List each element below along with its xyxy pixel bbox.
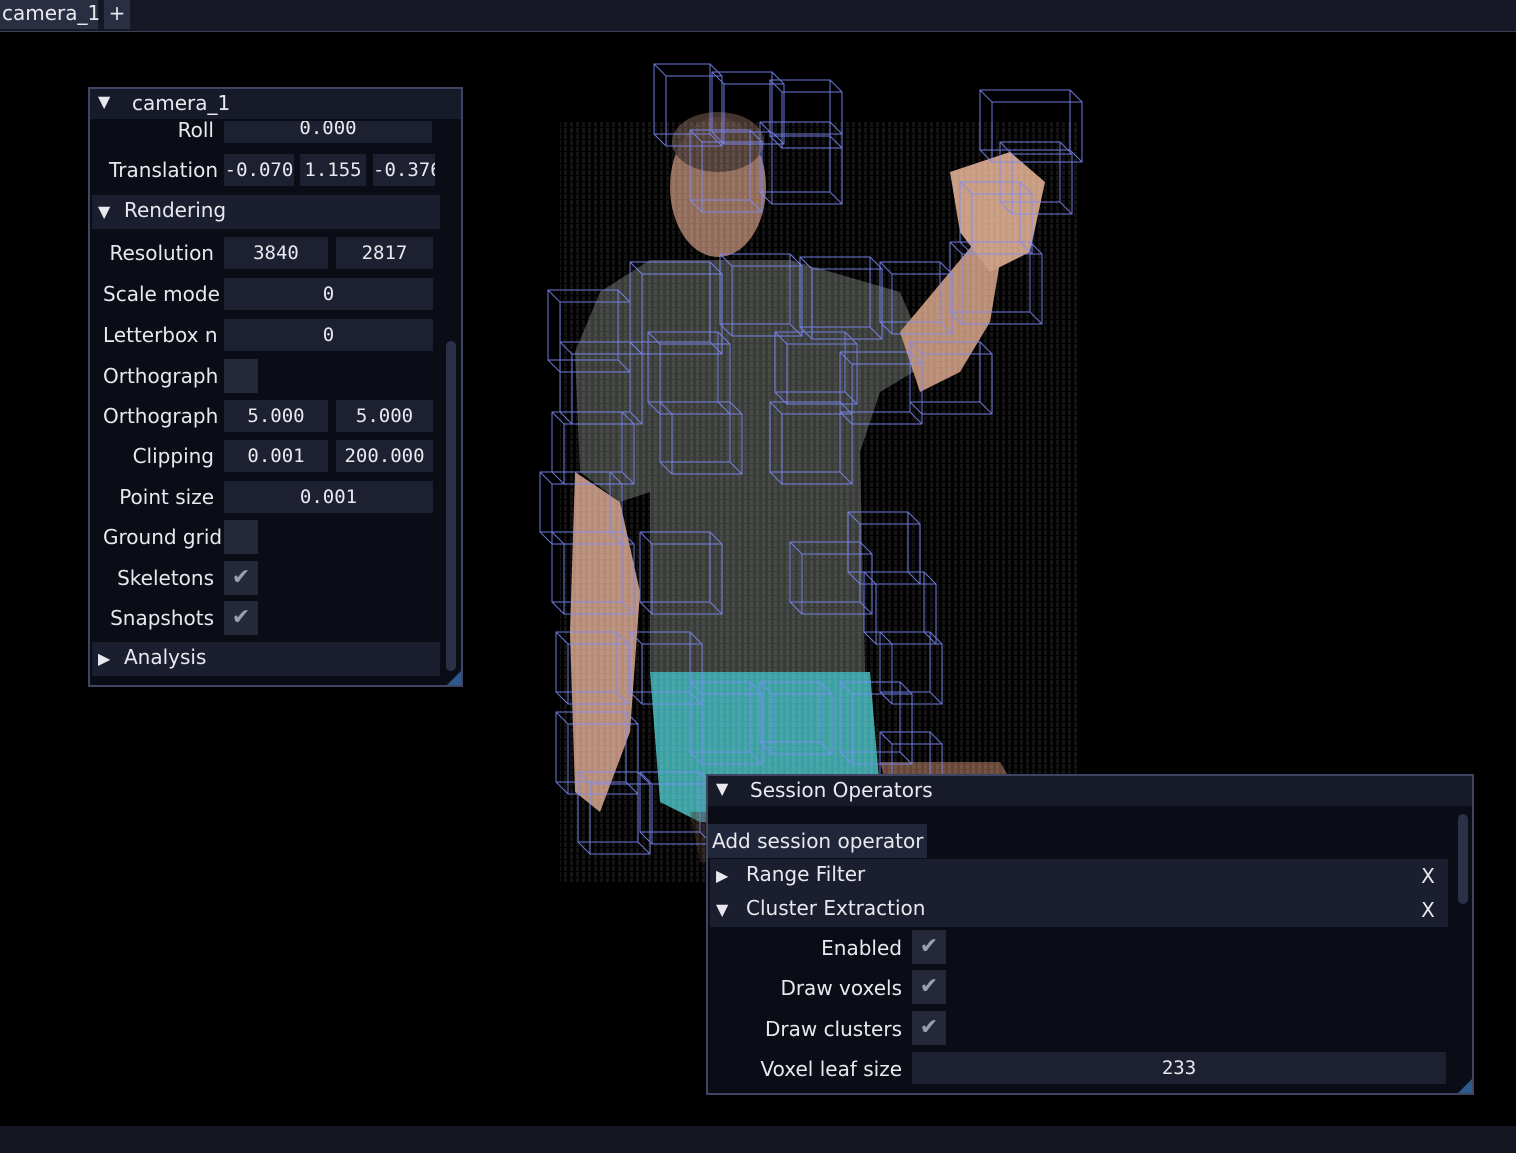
letterbox-field[interactable]: 0 xyxy=(224,319,433,351)
rendering-section-header[interactable]: ▼ Rendering xyxy=(92,195,440,229)
tab-camera-1[interactable]: camera_1 xyxy=(0,0,100,29)
translation-y-field[interactable]: 1.155 xyxy=(300,154,366,186)
rendering-header-label: Rendering xyxy=(124,198,227,222)
ground-grid-label: Ground grid xyxy=(103,525,223,549)
camera-panel-scroll-thumb[interactable] xyxy=(446,341,456,671)
letterbox-label: Letterbox n xyxy=(103,323,218,347)
clipping-far-field[interactable]: 200.000 xyxy=(336,440,433,472)
draw-voxels-checkbox[interactable]: ✔ xyxy=(912,970,946,1004)
resolution-height-field[interactable]: 2817 xyxy=(336,237,433,269)
analysis-header-label: Analysis xyxy=(124,645,207,669)
camera-panel-title: camera_1 xyxy=(132,91,231,115)
resize-grip-icon[interactable] xyxy=(1458,1079,1472,1093)
operator-name: Range Filter xyxy=(746,862,866,886)
roll-field[interactable]: 0.000 xyxy=(224,121,432,143)
voxel-edge xyxy=(547,359,561,373)
collapsed-icon: ▶ xyxy=(716,866,729,885)
camera-panel-title-bar[interactable]: ▼ camera_1 xyxy=(90,89,461,119)
clipping-label: Clipping xyxy=(132,444,214,468)
snapshots-checkbox[interactable]: ✔ xyxy=(224,601,258,635)
voxel-edge xyxy=(539,471,553,485)
collapse-icon[interactable]: ▼ xyxy=(716,779,728,798)
enabled-checkbox[interactable]: ✔ xyxy=(912,930,946,964)
clipping-near-field[interactable]: 0.001 xyxy=(224,440,328,472)
add-session-operator-button[interactable]: Add session operator xyxy=(708,824,928,858)
scale-mode-field[interactable]: 0 xyxy=(224,278,433,310)
point-size-label: Point size xyxy=(119,485,214,509)
session-panel-title: Session Operators xyxy=(750,778,933,802)
voxel-edge xyxy=(771,71,785,85)
point-size-field[interactable]: 0.001 xyxy=(224,481,433,513)
orthographic-size-label: Orthograph xyxy=(103,404,219,428)
draw-clusters-checkbox[interactable]: ✔ xyxy=(912,1011,946,1045)
check-icon: ✔ xyxy=(919,974,939,999)
collapse-icon[interactable]: ▼ xyxy=(98,92,110,111)
session-panel-scrollbar[interactable] xyxy=(1456,812,1470,1082)
voxel-edge xyxy=(829,79,843,93)
ground-grid-checkbox[interactable] xyxy=(224,520,258,554)
resolution-width-field[interactable]: 3840 xyxy=(224,237,328,269)
analysis-section-header[interactable]: ▶ Analysis xyxy=(92,642,440,676)
translation-label: Translation xyxy=(109,158,218,182)
operator-cluster-extraction[interactable]: ▼ Cluster Extraction xyxy=(710,893,1448,927)
roll-label: Roll xyxy=(177,118,214,142)
camera-panel[interactable]: ▼ camera_1 Roll 0.000 Translation -0.070… xyxy=(88,87,463,687)
orthographic-checkbox[interactable] xyxy=(224,359,258,393)
skeletons-checkbox[interactable]: ✔ xyxy=(224,561,258,595)
ortho-size-x-field[interactable]: 5.000 xyxy=(224,400,328,432)
ortho-size-y-field[interactable]: 5.000 xyxy=(336,400,433,432)
expanded-icon: ▼ xyxy=(98,202,111,221)
enabled-label: Enabled xyxy=(821,936,902,960)
draw-clusters-label: Draw clusters xyxy=(764,1017,902,1041)
tab-bar: camera_1 + xyxy=(0,0,1516,32)
status-bar xyxy=(0,1126,1516,1153)
remove-range-filter-button[interactable]: X xyxy=(1411,859,1445,893)
translation-z-field[interactable]: -0.376 xyxy=(373,154,435,186)
skeletons-label: Skeletons xyxy=(117,566,214,590)
operator-range-filter[interactable]: ▶ Range Filter xyxy=(710,859,1448,893)
camera-panel-scrollbar[interactable] xyxy=(444,121,458,681)
voxel-edge xyxy=(1069,89,1083,103)
scale-mode-label: Scale mode xyxy=(103,282,220,306)
draw-voxels-label: Draw voxels xyxy=(780,976,902,1000)
check-icon: ✔ xyxy=(919,1015,939,1040)
check-icon: ✔ xyxy=(919,934,939,959)
resolution-label: Resolution xyxy=(109,241,214,265)
resize-grip-icon[interactable] xyxy=(447,671,461,685)
voxel-leaf-size-label: Voxel leaf size xyxy=(760,1057,902,1081)
voxel-leaf-size-slider[interactable]: 233 xyxy=(912,1052,1446,1084)
orthographic-label: Orthograph xyxy=(103,364,219,388)
session-operators-panel[interactable]: ▼ Session Operators Add session operator… xyxy=(706,774,1474,1095)
session-panel-title-bar[interactable]: ▼ Session Operators xyxy=(708,776,1472,806)
session-panel-scroll-thumb[interactable] xyxy=(1458,814,1468,904)
check-icon: ✔ xyxy=(231,565,251,590)
add-tab-button[interactable]: + xyxy=(104,0,130,29)
snapshots-label: Snapshots xyxy=(110,606,214,630)
collapsed-icon: ▶ xyxy=(98,649,111,668)
voxel-edge xyxy=(547,289,561,303)
voxel-edge xyxy=(653,63,667,77)
voxel-edge xyxy=(979,89,993,103)
voxel-edge xyxy=(539,531,553,545)
translation-x-field[interactable]: -0.070 xyxy=(224,154,294,186)
operator-name: Cluster Extraction xyxy=(746,896,926,920)
check-icon: ✔ xyxy=(231,605,251,630)
expanded-icon: ▼ xyxy=(716,900,729,919)
remove-cluster-extraction-button[interactable]: X xyxy=(1411,893,1445,927)
